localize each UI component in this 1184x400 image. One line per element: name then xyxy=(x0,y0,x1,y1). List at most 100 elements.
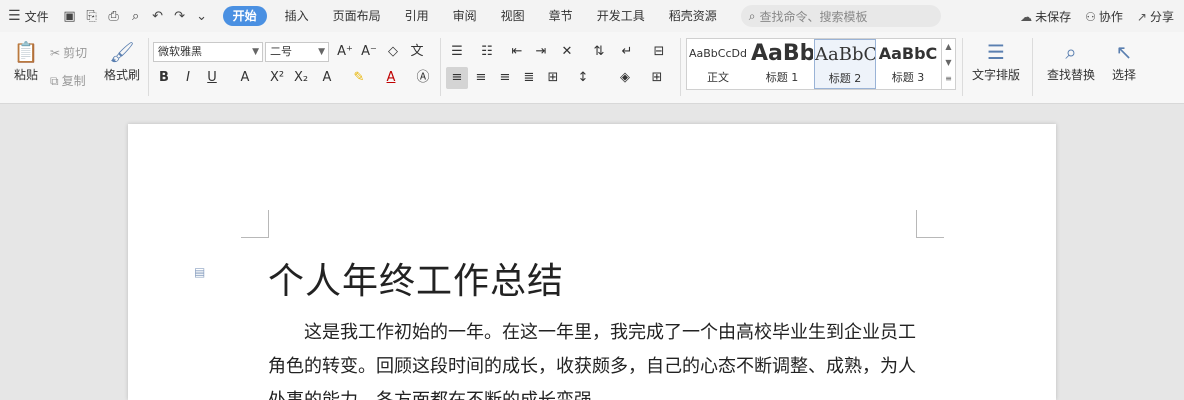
cursor-arrow-icon: ↖ xyxy=(1115,40,1133,64)
cut-label: 剪切 xyxy=(63,46,88,60)
clear-format-icon[interactable]: ◇ xyxy=(382,41,404,63)
style-heading-1-preview: AaBb xyxy=(751,41,813,66)
text-layout-label: 文字排版 xyxy=(971,68,1020,82)
sort-icon[interactable]: ⇅ xyxy=(588,41,610,63)
print-preview-icon[interactable]: ⌕ xyxy=(125,9,147,24)
borders-icon[interactable]: ⊞ xyxy=(646,67,668,89)
select-button[interactable]: ↖ 选择 xyxy=(1104,38,1144,83)
align-right-icon[interactable]: ≡ xyxy=(494,67,516,89)
text-layout-button[interactable]: ☰ 文字排版 xyxy=(966,38,1026,83)
show-marks-icon[interactable]: ↵ xyxy=(616,41,638,63)
superscript-icon[interactable]: X² xyxy=(266,67,288,89)
strikethrough-icon[interactable]: A xyxy=(234,67,256,89)
ribbon-separator xyxy=(148,38,149,96)
cut-button[interactable]: ✂ 剪切 xyxy=(50,44,87,61)
format-painter-label: 格式刷 xyxy=(103,68,140,82)
cloud-icon: ☁ xyxy=(1020,9,1033,24)
brush-icon: 🖌 xyxy=(109,40,135,64)
file-menu[interactable]: ☰ 文件 xyxy=(8,8,49,25)
shrink-font-icon[interactable]: A⁻ xyxy=(358,41,380,63)
italic-icon[interactable]: I xyxy=(177,67,199,89)
unsaved-status[interactable]: ☁ 未保存 xyxy=(1020,8,1071,25)
line-spacing-icon[interactable]: ↕ xyxy=(572,67,594,89)
ribbon-toolbar: 📋 粘贴 ✂ 剪切 ⧉ 复制 🖌 格式刷 微软雅黑 ▼ 二号 ▼ A⁺ A⁻ ◇ 文 B… xyxy=(0,32,1184,104)
chinese-layout-icon[interactable]: ✕ xyxy=(556,41,578,63)
font-color-icon[interactable]: A xyxy=(380,67,402,89)
style-normal-label: 正文 xyxy=(707,71,729,84)
shading-icon[interactable]: ◈ xyxy=(614,67,636,89)
tab-view[interactable]: 视图 xyxy=(489,6,537,26)
align-left-icon[interactable]: ≡ xyxy=(446,67,468,89)
font-family-select[interactable]: 微软雅黑 ▼ xyxy=(153,42,263,62)
tab-home[interactable]: 开始 xyxy=(222,6,267,26)
paste-button[interactable]: 📋 粘贴 xyxy=(6,38,46,83)
table-border-icon[interactable]: ⊟ xyxy=(648,41,670,63)
char-border-icon[interactable]: Ⓐ xyxy=(412,67,434,89)
align-center-icon[interactable]: ≡ xyxy=(470,67,492,89)
find-replace-label: 查找替换 xyxy=(1046,68,1095,82)
save-icon[interactable]: ▣ xyxy=(59,9,81,24)
styles-scroll[interactable]: ▲ ▼ ≡ xyxy=(941,39,955,89)
share-label: 分享 xyxy=(1149,9,1174,24)
collab-button[interactable]: ⚇ 协作 xyxy=(1085,8,1123,25)
unsaved-label: 未保存 xyxy=(1035,9,1072,24)
search-icon: ⌕ xyxy=(748,8,756,23)
tab-section[interactable]: 章节 xyxy=(537,6,585,26)
magnifier-icon: ⌕ xyxy=(1065,40,1077,64)
document-title[interactable]: 个人年终工作总结 xyxy=(268,252,564,304)
grow-font-icon[interactable]: A⁺ xyxy=(334,41,356,63)
export-pdf-icon[interactable]: ⎘ xyxy=(81,9,103,24)
paste-icon: 📋 xyxy=(13,40,39,64)
text-effect-icon[interactable]: A xyxy=(316,67,338,89)
document-page[interactable]: ▤ 个人年终工作总结 这是我工作初始的一年。在这一年里，我完成了一个由高校毕业生… xyxy=(128,124,1056,400)
print-icon[interactable]: ⎙ xyxy=(103,9,125,24)
bold-icon[interactable]: B xyxy=(153,67,175,89)
distribute-icon[interactable]: ⊞ xyxy=(542,67,564,89)
font-size-value: 二号 xyxy=(270,45,292,58)
decrease-indent-icon[interactable]: ⇤ xyxy=(506,41,528,63)
scissors-icon: ✂ xyxy=(50,46,61,60)
format-painter-button[interactable]: 🖌 格式刷 xyxy=(100,38,144,83)
find-replace-button[interactable]: ⌕ 查找替换 xyxy=(1040,38,1102,83)
chevron-down-icon[interactable]: ▼ xyxy=(942,55,955,71)
document-body[interactable]: 这是我工作初始的一年。在这一年里，我完成了一个由高校毕业生到企业员工角色的转变。… xyxy=(268,316,928,400)
expand-icon[interactable]: ≡ xyxy=(942,71,955,87)
undo-icon[interactable]: ↶ xyxy=(147,9,169,24)
tab-references[interactable]: 引用 xyxy=(393,6,441,26)
share-button[interactable]: ↗ 分享 xyxy=(1137,8,1174,25)
tab-page-layout[interactable]: 页面布局 xyxy=(321,6,393,26)
redo-icon[interactable]: ↷ xyxy=(169,9,191,24)
body-paragraph[interactable]: 这是我工作初始的一年。在这一年里，我完成了一个由高校毕业生到企业员工角色的转变。… xyxy=(268,316,928,400)
customize-toolbar-icon[interactable]: ⌄ xyxy=(191,9,213,24)
justify-icon[interactable]: ≣ xyxy=(518,67,540,89)
select-label: 选择 xyxy=(1111,68,1136,82)
numbering-icon[interactable]: ☷ xyxy=(476,41,498,63)
styles-gallery: AaBbCcDd 正文 AaBb 标题 1 AaBbC 标题 2 AaBbC 标… xyxy=(686,38,956,90)
tab-docer-resources[interactable]: 稻壳资源 xyxy=(657,6,729,26)
style-heading-2[interactable]: AaBbC 标题 2 xyxy=(814,39,876,89)
search-placeholder: 查找命令、搜索模板 xyxy=(759,9,868,24)
increase-indent-icon[interactable]: ⇥ xyxy=(530,41,552,63)
paragraph-handle-icon[interactable]: ▤ xyxy=(194,265,205,279)
font-size-select[interactable]: 二号 ▼ xyxy=(265,42,329,62)
underline-icon[interactable]: U xyxy=(201,67,223,89)
menu-icon: ☰ xyxy=(8,8,21,24)
tab-review[interactable]: 审阅 xyxy=(441,6,489,26)
highlight-icon[interactable]: ✎ xyxy=(348,67,370,89)
tab-developer[interactable]: 开发工具 xyxy=(585,6,657,26)
ribbon-separator xyxy=(680,38,681,96)
file-menu-label: 文件 xyxy=(24,9,49,24)
style-heading-1[interactable]: AaBb 标题 1 xyxy=(751,39,813,89)
subscript-icon[interactable]: X₂ xyxy=(290,67,312,89)
collab-label: 协作 xyxy=(1098,9,1123,24)
copy-button[interactable]: ⧉ 复制 xyxy=(50,72,86,89)
style-normal[interactable]: AaBbCcDd 正文 xyxy=(687,39,749,89)
chevron-up-icon[interactable]: ▲ xyxy=(942,39,955,55)
tab-insert[interactable]: 插入 xyxy=(273,6,321,26)
menu-bar: ☰ 文件 ▣ ⎘ ⎙ ⌕ ↶ ↷ ⌄ 开始 插入 页面布局 引用 审阅 视图 章… xyxy=(0,0,1184,32)
bullets-icon[interactable]: ☰ xyxy=(446,41,468,63)
style-heading-2-label: 标题 2 xyxy=(828,72,862,85)
phonetic-guide-icon[interactable]: 文 xyxy=(406,41,428,63)
style-heading-3[interactable]: AaBbC 标题 3 xyxy=(877,39,939,89)
command-search-input[interactable]: ⌕ 查找命令、搜索模板 xyxy=(740,5,941,27)
